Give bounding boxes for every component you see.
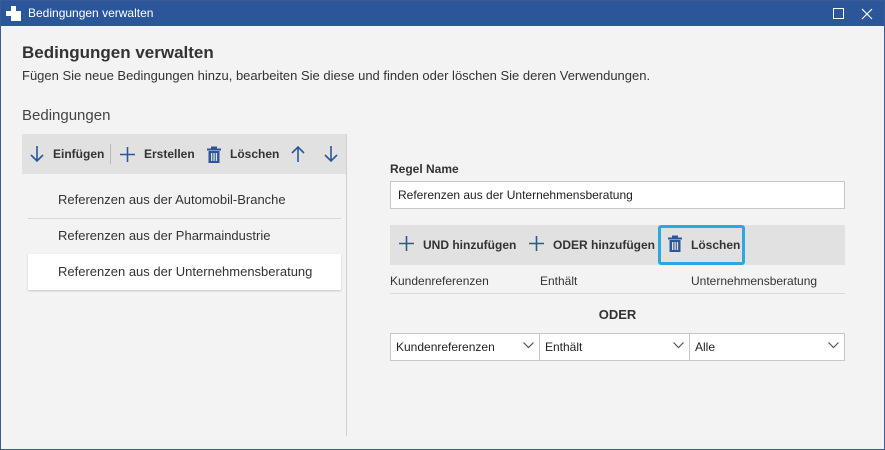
list-item-selected[interactable]: Referenzen aus der Unternehmensberatung — [28, 254, 341, 290]
trash-icon — [668, 235, 682, 255]
trash-icon — [207, 146, 221, 163]
condition-operator[interactable]: Enthält — [540, 274, 577, 288]
condition-value[interactable]: Unternehmensberatung — [691, 274, 817, 288]
page-subtitle: Fügen Sie neue Bedingungen hinzu, bearbe… — [22, 68, 651, 83]
condition-divider — [390, 293, 845, 294]
add-or-button[interactable]: ODER hinzufügen — [528, 225, 655, 265]
window-title: Bedingungen verwalten — [28, 6, 154, 20]
add-and-button[interactable]: UND hinzufügen — [398, 225, 516, 265]
plus-icon — [119, 146, 136, 163]
rule-label: Referenzen aus der Automobil-Branche — [58, 192, 286, 207]
maximize-button[interactable] — [825, 1, 851, 26]
or-separator-label: ODER — [598, 307, 637, 322]
create-button[interactable]: Erstellen — [119, 134, 195, 174]
section-title-conditions: Bedingungen — [22, 107, 111, 124]
delete-condition-label: Löschen — [691, 238, 741, 252]
dialog-window: Bedingungen verwalten Bedingungen verwal… — [0, 0, 885, 450]
delete-label: Löschen — [230, 147, 280, 161]
arrow-down-icon — [323, 145, 339, 163]
add-or-label: ODER hinzufügen — [553, 238, 655, 252]
close-button[interactable] — [854, 1, 880, 26]
plus-icon — [528, 235, 545, 255]
operator-select[interactable]: Enthält — [539, 333, 690, 361]
rule-name-label: Regel Name — [390, 162, 459, 176]
rule-label: Referenzen aus der Pharmaindustrie — [58, 228, 271, 243]
app-icon — [6, 6, 21, 21]
chevron-down-icon — [523, 342, 534, 349]
delete-button[interactable]: Löschen — [207, 134, 279, 174]
insert-label: Einfügen — [53, 147, 105, 161]
condition-field[interactable]: Kundenreferenzen — [390, 274, 489, 288]
rule-name-input[interactable] — [390, 181, 845, 209]
rule-label: Referenzen aus der Unternehmensberatung — [58, 264, 313, 279]
field-select-value: Kundenreferenzen — [396, 340, 495, 354]
title-bar: Bedingungen verwalten — [1, 1, 884, 26]
toolbar-divider — [110, 144, 111, 164]
dialog-content: Bedingungen verwalten Fügen Sie neue Bed… — [1, 26, 884, 449]
list-item[interactable]: Referenzen aus der Automobil-Branche — [28, 182, 341, 219]
arrow-up-icon — [290, 145, 306, 163]
value-select[interactable]: Alle — [689, 333, 845, 361]
value-select-value: Alle — [695, 340, 716, 354]
move-down-button[interactable] — [323, 134, 339, 174]
arrow-down-icon — [29, 145, 45, 163]
chevron-down-icon — [673, 342, 684, 349]
operator-select-value: Enthält — [545, 340, 583, 354]
panel-splitter[interactable] — [346, 134, 347, 436]
conditions-toolbar: Einfügen Erstellen Löschen — [22, 134, 347, 174]
move-up-button[interactable] — [290, 134, 306, 174]
list-item[interactable]: Referenzen aus der Pharmaindustrie — [28, 218, 341, 255]
field-select[interactable]: Kundenreferenzen — [390, 333, 540, 361]
add-and-label: UND hinzufügen — [423, 238, 517, 252]
delete-condition-button[interactable]: Löschen — [658, 225, 745, 265]
page-title: Bedingungen verwalten — [22, 43, 214, 62]
insert-button[interactable]: Einfügen — [29, 134, 104, 174]
plus-icon — [398, 235, 415, 255]
create-label: Erstellen — [144, 147, 195, 161]
chevron-down-icon — [828, 342, 839, 349]
condition-toolbar: UND hinzufügen ODER hinzufügen Löschen — [390, 225, 845, 265]
